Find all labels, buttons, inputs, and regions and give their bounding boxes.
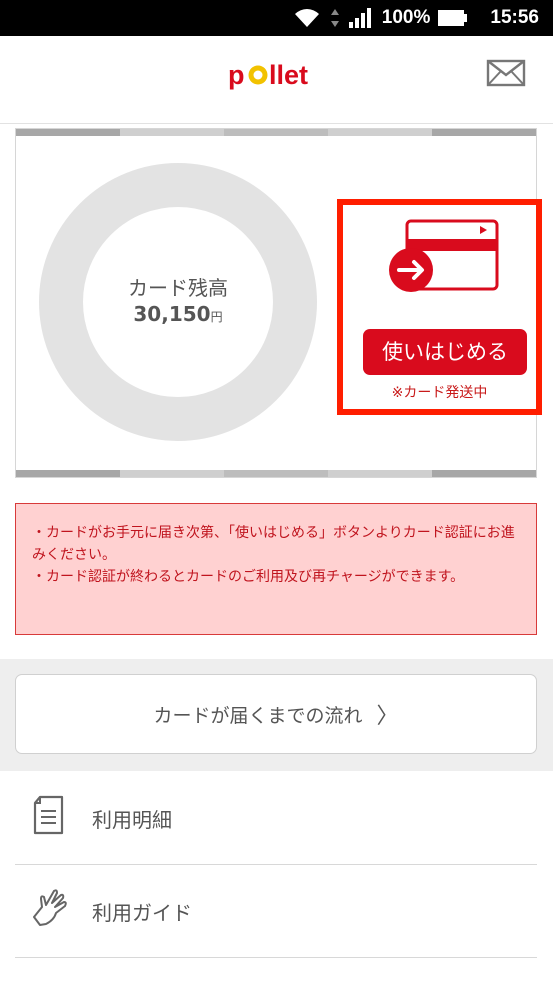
- flow-button-label: カードが届くまでの流れ: [153, 704, 363, 727]
- balance-unit: 円: [210, 310, 223, 324]
- panel-top-border: [16, 129, 536, 136]
- battery-percent: 100%: [381, 7, 431, 28]
- balance-label: カード残高: [128, 276, 228, 300]
- menu-item-guide[interactable]: 利用ガイド: [0, 865, 553, 958]
- start-card-highlight: 使いはじめる ※カード発送中: [337, 199, 542, 415]
- menu-item-statement[interactable]: 利用明細: [0, 772, 553, 865]
- clock: 15:56: [490, 7, 539, 28]
- card-delivery-flow-button[interactable]: カードが届くまでの流れ 〉: [15, 674, 537, 754]
- svg-text:llet: llet: [269, 60, 308, 90]
- document-icon: [33, 795, 64, 835]
- balance-value: 30,150円: [38, 302, 318, 326]
- card-arrow-icon: [389, 219, 499, 292]
- signal-icon: [348, 7, 374, 29]
- data-arrows-icon: [330, 7, 340, 29]
- menu-label-statement: 利用明細: [92, 808, 172, 832]
- chevron-right-icon: 〉: [376, 704, 399, 729]
- card-panel: カード残高 30,150円 使いはじめる ※カード発送中: [15, 128, 542, 478]
- notice-box: ・カードがお手元に届き次第、「使いはじめる」ボタンよりカード認証にお進みください…: [15, 503, 537, 635]
- start-using-button[interactable]: 使いはじめる: [363, 329, 527, 375]
- pollet-logo: p llet: [228, 60, 308, 90]
- status-bar: 100% 15:56: [0, 0, 553, 36]
- mail-icon[interactable]: [486, 58, 526, 88]
- menu-divider: [15, 957, 537, 958]
- shipping-status: ※カード発送中: [391, 385, 488, 401]
- panel-bottom-border: [16, 470, 536, 477]
- menu-label-guide: 利用ガイド: [92, 901, 192, 925]
- balance-amount: 30,150: [133, 302, 211, 326]
- app-header: p llet: [0, 36, 553, 124]
- battery-icon: [438, 9, 468, 27]
- notice-line-1: ・カードがお手元に届き次第、「使いはじめる」ボタンよりカード認証にお進みください…: [32, 525, 515, 563]
- notice-line-2: ・カード認証が終わるとカードのご利用及び再チャージができます。: [32, 569, 465, 585]
- svg-text:p: p: [228, 60, 245, 90]
- hand-icon: [33, 889, 67, 926]
- wifi-icon: [292, 7, 322, 29]
